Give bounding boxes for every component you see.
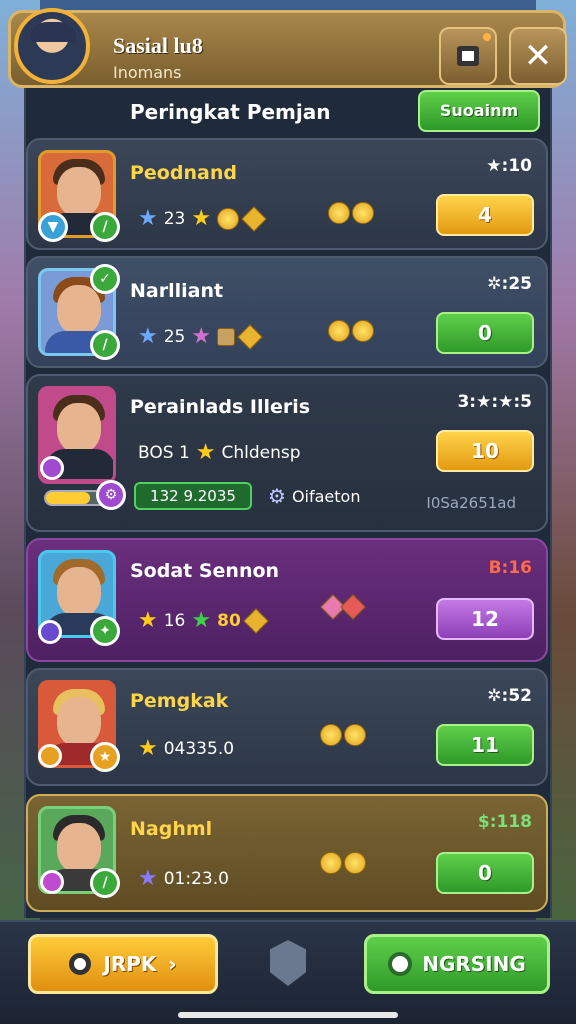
blue-star-icon: ★ [138,206,158,231]
stat-value: 16 [163,610,186,631]
chevron-right-icon: › [168,952,177,976]
sword-badge-icon: / [90,330,120,360]
star-icon: ★ [138,608,158,633]
score-pill: 132 9.2035 [134,482,252,510]
close-button[interactable]: ✕ [509,27,567,85]
leaderboard-row[interactable]: ✓ / Narlliant ✲:25 ★ 25 ★ 0 [26,256,548,368]
panel-title: Peringkat Pemjan [130,100,331,124]
menu-button[interactable] [439,27,497,85]
rank-button[interactable]: 10 [436,430,534,472]
leaderboard-row[interactable]: ⚙ Perainlads Illeris 3:★:★:5 BOS 1 ★ Chl… [26,374,548,532]
coin-stack-icon [328,320,374,342]
star-badge-icon: ★ [90,742,120,772]
notification-dot [483,33,491,41]
stat-value: BOS 1 [138,442,190,463]
square-icon [457,46,479,66]
ranking-label: NGRSING [422,952,526,976]
close-icon: ✕ [523,36,553,76]
leaderboard-row[interactable]: ✦ Sodat Sennon B:16 ★ 16 ★ 80 12 [26,538,548,662]
leaderboard-row[interactable]: / Naghml $:118 ★ 01:23.0 0 [26,794,548,912]
cap-icon [30,22,76,42]
gear-icon: ⚙ [268,484,286,508]
blue-star-icon: ★ [138,866,158,891]
check-badge-icon: ✓ [90,264,120,294]
row-stats: ★ 04335.0 [138,736,234,761]
row-player-name: Perainlads Illeris [130,396,311,418]
row-player-name: Narlliant [130,280,224,302]
jrpk-label: JRPK [103,952,157,976]
stat-value: 01:23.0 [163,868,229,889]
stat-value: 23 [163,208,186,229]
gem-icon [237,323,263,350]
green-star-icon: ★ [191,608,212,633]
gem-badge-icon [38,620,62,644]
level-badge-icon: ⚙ [96,480,126,510]
row-score: ★:10 [486,156,532,176]
gem-badge-icon [40,456,64,480]
coin-stack-icon [320,724,366,746]
row-player-name: Naghml [130,818,213,840]
shield-badge-icon: ▼ [38,212,68,242]
row-player-name: Peodnand [130,162,237,184]
player-avatar[interactable] [14,8,90,84]
row-score: B:16 [488,558,532,578]
globe-icon [388,952,413,976]
profile-header: Sasial lu8 Inomans ✕ [8,10,567,88]
leaf-badge-icon: ✦ [90,616,120,646]
blue-star-icon: ★ [138,324,158,349]
gem-badge-icon [40,870,64,894]
row-score: $:118 [477,812,532,832]
coin-badge-icon [38,744,62,768]
player-subtitle: Inomans [113,63,182,82]
guild-label: ⚙ Oifaeton [268,484,360,508]
player-name: Sasial lu8 [113,33,203,58]
coin-stack-icon [328,202,374,224]
star-icon: ★ [195,440,216,465]
sword-badge-icon: / [90,212,120,242]
rank-button[interactable]: 0 [436,852,534,894]
season-button[interactable]: Suoainm [418,90,540,132]
row-player-name: Pemgkak [130,690,229,712]
leaderboard-row[interactable]: ▼ / Peodnand ★:10 ★ 23 ★ 4 [26,138,548,250]
gem-icon [241,205,267,232]
sword-badge-icon: / [90,868,120,898]
row-stats: ★ 01:23.0 [138,866,229,891]
rank-button[interactable]: 0 [436,312,534,354]
stat-value-b: 80 [217,610,241,631]
guild-name: Oifaeton [291,486,361,506]
rank-button[interactable]: 12 [436,598,534,640]
coin-stack-icon [320,852,366,874]
star-icon: ★ [191,206,212,231]
row-score: ✲:25 [487,274,532,294]
jrpk-button[interactable]: JRPK › [28,934,218,994]
star-icon: ★ [138,736,158,761]
stat-value: 04335.0 [163,738,235,759]
home-indicator [178,1012,398,1018]
rank-button[interactable]: 4 [436,194,534,236]
player-id: I0Sa2651ad [426,494,516,512]
search-icon [69,953,92,975]
row-score: ✲:52 [487,686,532,706]
row-player-name: Sodat Sennon [130,560,280,582]
stat-label: Chldensp [221,442,301,463]
ranking-button[interactable]: NGRSING [364,934,550,994]
row-score: 3:★:★:5 [457,392,532,412]
pink-star-icon: ★ [191,324,212,349]
row-stats: ★ 25 ★ [138,323,263,350]
row-stats: ★ 23 ★ [138,205,267,232]
stat-value: 25 [163,326,186,347]
leaderboard-row[interactable]: ★ Pemgkak ✲:52 ★ 04335.0 11 [26,668,548,786]
row-stats: ★ 16 ★ 80 [138,607,269,634]
gift-icon [320,594,366,620]
rank-button[interactable]: 11 [436,724,534,766]
row-stats: BOS 1 ★ Chldensp [138,440,301,465]
gem-icon [243,607,269,634]
bucket-icon [217,327,236,346]
coin-icon [217,207,240,230]
